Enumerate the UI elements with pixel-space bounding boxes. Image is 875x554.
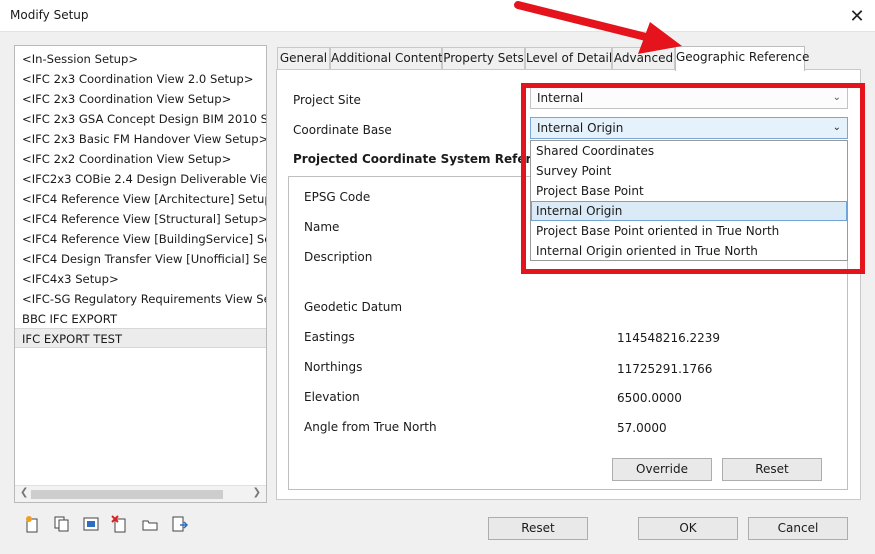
setup-item[interactable]: BBC IFC EXPORT [15,309,266,329]
geodetic-datum-label: Geodetic Datum [304,300,403,314]
eastings-label: Eastings [304,330,355,344]
angle-label: Angle from True North [304,420,437,434]
ok-button[interactable]: OK [638,517,738,540]
description-label: Description [304,250,373,264]
tab-general[interactable]: General [277,47,330,69]
close-icon: ✕ [849,5,865,27]
setup-item[interactable]: <IFC-SG Regulatory Requirements View Set… [15,289,266,309]
scrollbar-thumb[interactable] [31,490,223,499]
setup-item[interactable]: <IFC4 Design Transfer View [Unofficial] … [15,249,266,269]
name-label: Name [304,220,340,234]
setup-item[interactable]: <IFC2x3 COBie 2.4 Design Deliverable Vie… [15,169,266,189]
setup-item[interactable]: <IFC4 Reference View [BuildingService] S… [15,229,266,249]
rename-setup-icon[interactable] [82,515,100,533]
setup-item[interactable]: <IFC4 Reference View [Structural] Setup> [15,209,266,229]
horizontal-scrollbar[interactable]: ❮ ❯ [15,485,266,502]
tab-additional-content[interactable]: Additional Content [330,47,443,69]
window-title: Modify Setup [10,8,89,22]
group-reset-button[interactable]: Reset [722,458,822,481]
setup-item[interactable]: <In-Session Setup> [15,49,266,69]
import-setup-icon[interactable] [141,515,159,533]
northings-value: 11725291.1766 [617,362,713,376]
project-site-label: Project Site [293,93,361,107]
duplicate-setup-icon[interactable] [53,515,71,533]
elevation-label: Elevation [304,390,360,404]
tab-geographic-reference[interactable]: Geographic Reference [675,46,809,71]
northings-label: Northings [304,360,363,374]
setup-item[interactable]: <IFC 2x3 Coordination View Setup> [15,89,266,109]
annotation-arrow-icon [514,1,682,54]
override-button[interactable]: Override [612,458,712,481]
delete-setup-icon[interactable] [111,515,129,533]
coordinate-base-label: Coordinate Base [293,123,392,137]
setup-item[interactable]: <IFC 2x3 Basic FM Handover View Setup> [15,129,266,149]
title-bar: Modify Setup ✕ [0,0,875,32]
reset-button[interactable]: Reset [488,517,588,540]
epsg-code-label: EPSG Code [304,190,371,204]
annotation-red-box [521,83,865,274]
export-setup-icon[interactable] [171,515,189,533]
angle-value: 57.0000 [617,421,667,435]
eastings-value: 114548216.2239 [617,331,721,345]
scroll-left-icon[interactable]: ❮ [20,487,28,498]
setup-item[interactable]: <IFC4 Reference View [Architecture] Setu… [15,189,266,209]
cancel-button[interactable]: Cancel [748,517,848,540]
elevation-value: 6500.0000 [617,391,682,405]
setup-item[interactable]: <IFC 2x3 GSA Concept Design BIM 2010 Set… [15,109,266,129]
scroll-right-icon[interactable]: ❯ [253,487,261,498]
setup-item[interactable]: <IFC4x3 Setup> [15,269,266,289]
close-button[interactable]: ✕ [839,0,875,32]
setup-item[interactable]: <IFC 2x3 Coordination View 2.0 Setup> [15,69,266,89]
setup-item-selected[interactable]: IFC EXPORT TEST [15,328,266,348]
setup-item[interactable]: <IFC 2x2 Coordination View Setup> [15,149,266,169]
setup-list[interactable]: <In-Session Setup> <IFC 2x3 Coordination… [14,45,267,503]
new-setup-icon[interactable] [24,515,42,533]
